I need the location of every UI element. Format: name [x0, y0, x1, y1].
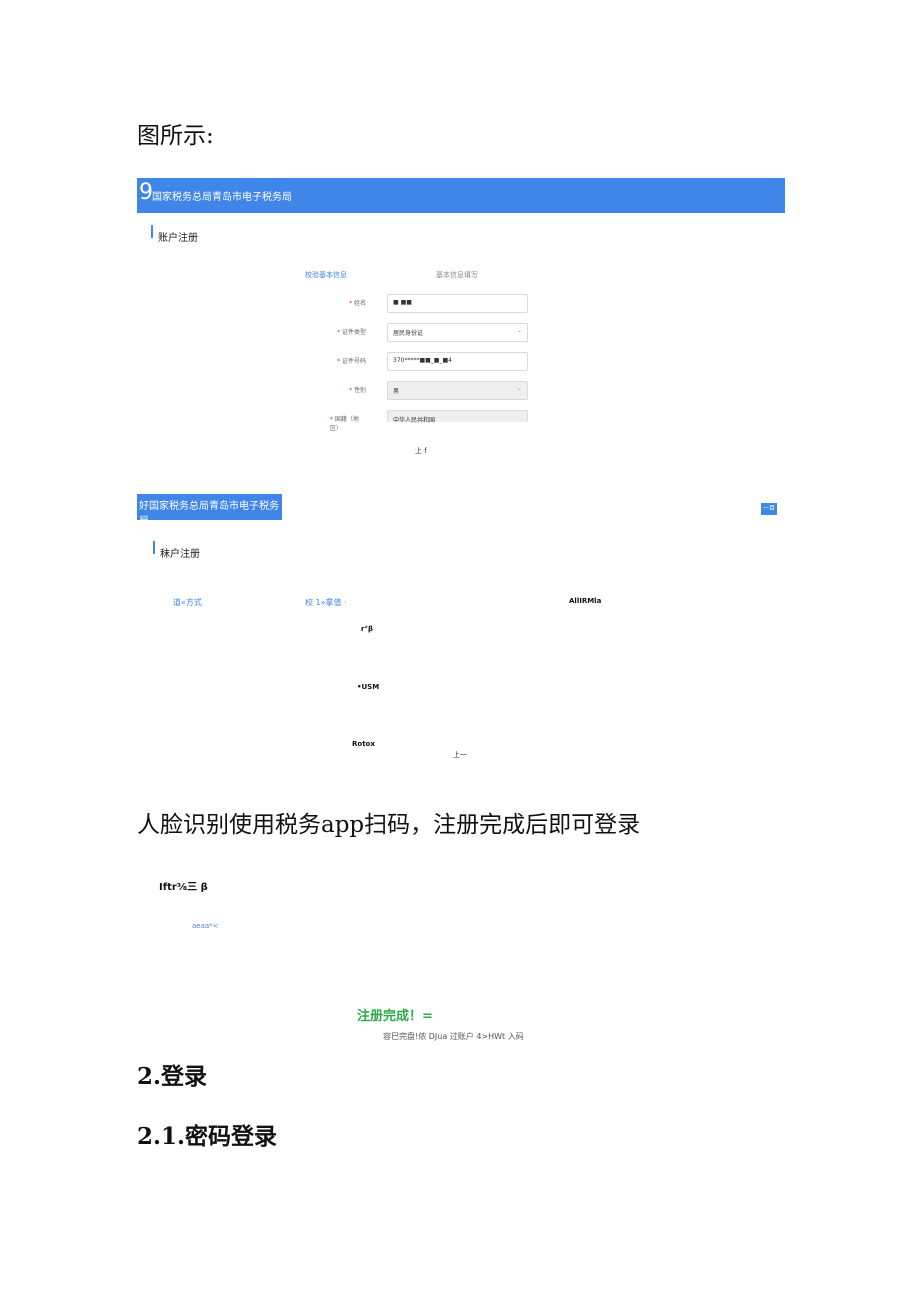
id-number-input[interactable]: 370*****■■_■_■4 [387, 352, 528, 371]
success-subtext: 容巳完盘!侬 DJua 过账户 4>HWt 入码 [383, 1032, 524, 1041]
panel-subtext: aeaa*< [192, 922, 219, 930]
site-banner: 9 国家税务总局青岛市电子税务局 [137, 178, 785, 213]
next-step-button[interactable]: 上 f [415, 446, 427, 456]
option-label: Rotox [352, 740, 375, 748]
banner-logo-number: 9 [139, 180, 153, 205]
field-label: 国籍（地区） [330, 416, 359, 432]
section-title: 账户注册 [158, 233, 198, 244]
next-step-button[interactable]: 上一 [453, 750, 467, 760]
banner-title: 国家税务总局青岛市电子税务局 [152, 192, 292, 203]
field-value: 男 [393, 388, 400, 395]
form-row-name: * 姓名 ■ ■■ [330, 294, 530, 313]
field-value: 370*****■■_■_■4 [393, 357, 452, 364]
gender-select[interactable]: 男 ⌄ [387, 381, 528, 400]
section-title: 秣户注册 [160, 549, 200, 560]
form-row-gender: * 性别 男 ⌄ [330, 381, 530, 400]
site-banner: 好国家税务总局青岛市电子税务局 [137, 494, 282, 527]
success-message: 注册完成！= [357, 1009, 433, 1024]
form-row-nationality: * 国籍（地区） 中华人民共和国 [330, 410, 530, 432]
nationality-select[interactable]: 中华人民共和国 [387, 410, 528, 424]
subsection-heading: 2.1.密码登录 [137, 1123, 278, 1150]
caption-text: 人脸识别使用税务app扫码，注册完成后即可登录 [137, 812, 641, 838]
section-heading: 2.登录 [137, 1063, 208, 1090]
field-label: 证件号码 [341, 358, 366, 365]
option-label: r°β [361, 625, 373, 633]
section-marker [151, 225, 153, 238]
form-row-id-number: * 证件号码 370*****■■_■_■4 [330, 352, 530, 371]
form-row-id-type: * 证件类型 居民身份证 ⌄ [330, 323, 530, 342]
step-complete[interactable]: AllIRMla [569, 597, 601, 605]
step-method[interactable]: 道«方式 [173, 597, 202, 608]
field-value: 居民身份证 [393, 330, 424, 337]
step-verify-info[interactable]: 校验基本信息 [305, 270, 347, 280]
id-type-select[interactable]: 居民身份证 ⌄ [387, 323, 528, 342]
field-value: 中华人民共和国 [393, 417, 436, 424]
step-fill-info[interactable]: 基本信息填写 [436, 270, 478, 280]
section-marker [153, 541, 155, 554]
banner-title: 好国家税务总局青岛市电子税务局 [139, 501, 279, 527]
chevron-down-icon: ⌄ [516, 327, 522, 334]
name-input[interactable]: ■ ■■ [387, 294, 528, 313]
option-label: •USM [357, 683, 380, 691]
intro-text: 图所示: [137, 123, 214, 149]
panel-title: Iftr⅜三 β [159, 882, 208, 893]
field-value: ■ ■■ [393, 299, 412, 306]
field-label: 姓名 [353, 300, 366, 307]
field-label: 证件类型 [341, 329, 366, 336]
step-verify[interactable]: 校 1»拿值 · [305, 597, 347, 608]
user-menu-button[interactable]: 一目 [761, 503, 777, 515]
field-label: 性别 [353, 387, 366, 394]
chevron-down-icon: ⌄ [516, 385, 522, 392]
